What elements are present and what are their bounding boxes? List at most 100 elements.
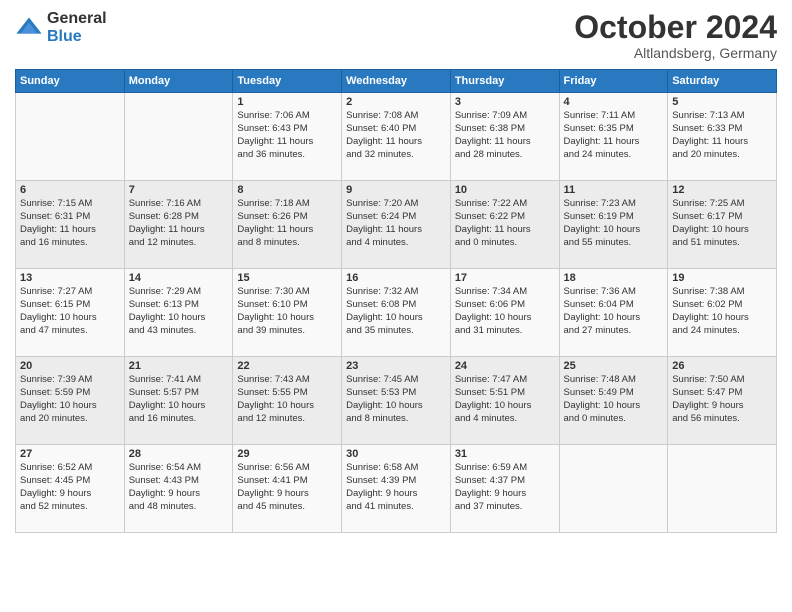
day-number: 5 bbox=[672, 96, 772, 108]
day-number: 8 bbox=[237, 184, 337, 196]
day-number: 31 bbox=[455, 448, 555, 460]
calendar: SundayMondayTuesdayWednesdayThursdayFrid… bbox=[15, 69, 777, 533]
header-friday: Friday bbox=[559, 70, 668, 93]
day-cell: 22 Sunrise: 7:43 AM Sunset: 5:55 PM Dayli… bbox=[233, 357, 342, 445]
day-cell bbox=[124, 93, 233, 181]
day-info: Sunrise: 6:52 AM Sunset: 4:45 PM Dayligh… bbox=[20, 462, 120, 513]
day-number: 18 bbox=[564, 272, 664, 284]
day-number: 1 bbox=[237, 96, 337, 108]
day-cell: 29 Sunrise: 6:56 AM Sunset: 4:41 PM Dayli… bbox=[233, 445, 342, 533]
day-cell: 19Sunrise: 7:38 AM Sunset: 6:02 PM Dayli… bbox=[668, 269, 777, 357]
day-cell: 28Sunrise: 6:54 AM Sunset: 4:43 PM Dayli… bbox=[124, 445, 233, 533]
day-number: 16 bbox=[346, 272, 446, 284]
day-number: 29 bbox=[237, 448, 337, 460]
day-cell: 30Sunrise: 6:58 AM Sunset: 4:39 PM Dayli… bbox=[342, 445, 451, 533]
day-cell: 16 Sunrise: 7:32 AM Sunset: 6:08 PM Dayli… bbox=[342, 269, 451, 357]
day-info: Sunrise: 7:15 AM Sunset: 6:31 PM Dayligh… bbox=[20, 198, 120, 249]
day-info: Sunrise: 7:43 AM Sunset: 5:55 PM Dayligh… bbox=[237, 374, 337, 425]
day-info: Sunrise: 7:13 AM Sunset: 6:33 PM Dayligh… bbox=[672, 110, 772, 161]
logo-text: General Blue bbox=[47, 10, 107, 46]
day-info: Sunrise: 6:54 AM Sunset: 4:43 PM Dayligh… bbox=[129, 462, 229, 513]
day-number: 9 bbox=[346, 184, 446, 196]
day-cell: 9 Sunrise: 7:20 AM Sunset: 6:24 PM Daylig… bbox=[342, 181, 451, 269]
day-number: 15 bbox=[237, 272, 337, 284]
week-row-5: 27 Sunrise: 6:52 AM Sunset: 4:45 PM Dayli… bbox=[16, 445, 777, 533]
day-info: Sunrise: 7:09 AM Sunset: 6:38 PM Dayligh… bbox=[455, 110, 555, 161]
month-title: October 2024 bbox=[574, 10, 777, 45]
day-cell: 8 Sunrise: 7:18 AM Sunset: 6:26 PM Daylig… bbox=[233, 181, 342, 269]
day-number: 27 bbox=[20, 448, 120, 460]
day-info: Sunrise: 7:39 AM Sunset: 5:59 PM Dayligh… bbox=[20, 374, 120, 425]
day-info: Sunrise: 7:47 AM Sunset: 5:51 PM Dayligh… bbox=[455, 374, 555, 425]
week-row-1: 1Sunrise: 7:06 AM Sunset: 6:43 PM Daylig… bbox=[16, 93, 777, 181]
day-cell: 25Sunrise: 7:48 AM Sunset: 5:49 PM Dayli… bbox=[559, 357, 668, 445]
header-tuesday: Tuesday bbox=[233, 70, 342, 93]
day-cell: 27 Sunrise: 6:52 AM Sunset: 4:45 PM Dayli… bbox=[16, 445, 125, 533]
day-cell: 31 Sunrise: 6:59 AM Sunset: 4:37 PM Dayli… bbox=[450, 445, 559, 533]
day-cell: 14 Sunrise: 7:29 AM Sunset: 6:13 PM Dayli… bbox=[124, 269, 233, 357]
day-info: Sunrise: 7:08 AM Sunset: 6:40 PM Dayligh… bbox=[346, 110, 446, 161]
day-cell: 2 Sunrise: 7:08 AM Sunset: 6:40 PM Daylig… bbox=[342, 93, 451, 181]
day-number: 22 bbox=[237, 360, 337, 372]
day-info: Sunrise: 7:20 AM Sunset: 6:24 PM Dayligh… bbox=[346, 198, 446, 249]
day-info: Sunrise: 7:30 AM Sunset: 6:10 PM Dayligh… bbox=[237, 286, 337, 337]
day-number: 26 bbox=[672, 360, 772, 372]
day-info: Sunrise: 7:32 AM Sunset: 6:08 PM Dayligh… bbox=[346, 286, 446, 337]
day-info: Sunrise: 7:18 AM Sunset: 6:26 PM Dayligh… bbox=[237, 198, 337, 249]
day-cell: 4Sunrise: 7:11 AM Sunset: 6:35 PM Daylig… bbox=[559, 93, 668, 181]
day-number: 11 bbox=[564, 184, 664, 196]
day-number: 30 bbox=[346, 448, 446, 460]
day-info: Sunrise: 7:23 AM Sunset: 6:19 PM Dayligh… bbox=[564, 198, 664, 249]
day-info: Sunrise: 7:41 AM Sunset: 5:57 PM Dayligh… bbox=[129, 374, 229, 425]
day-info: Sunrise: 7:45 AM Sunset: 5:53 PM Dayligh… bbox=[346, 374, 446, 425]
day-cell: 26 Sunrise: 7:50 AM Sunset: 5:47 PM Dayli… bbox=[668, 357, 777, 445]
header-wednesday: Wednesday bbox=[342, 70, 451, 93]
day-number: 2 bbox=[346, 96, 446, 108]
day-cell: 23 Sunrise: 7:45 AM Sunset: 5:53 PM Dayli… bbox=[342, 357, 451, 445]
day-number: 24 bbox=[455, 360, 555, 372]
day-number: 17 bbox=[455, 272, 555, 284]
title-block: October 2024 Altlandsberg, Germany bbox=[574, 10, 777, 61]
day-info: Sunrise: 7:27 AM Sunset: 6:15 PM Dayligh… bbox=[20, 286, 120, 337]
day-number: 6 bbox=[20, 184, 120, 196]
day-cell: 11 Sunrise: 7:23 AM Sunset: 6:19 PM Dayli… bbox=[559, 181, 668, 269]
day-cell: 3 Sunrise: 7:09 AM Sunset: 6:38 PM Daylig… bbox=[450, 93, 559, 181]
day-info: Sunrise: 6:56 AM Sunset: 4:41 PM Dayligh… bbox=[237, 462, 337, 513]
header-monday: Monday bbox=[124, 70, 233, 93]
week-row-3: 13 Sunrise: 7:27 AM Sunset: 6:15 PM Dayli… bbox=[16, 269, 777, 357]
day-info: Sunrise: 6:59 AM Sunset: 4:37 PM Dayligh… bbox=[455, 462, 555, 513]
day-number: 10 bbox=[455, 184, 555, 196]
day-number: 14 bbox=[129, 272, 229, 284]
header-thursday: Thursday bbox=[450, 70, 559, 93]
day-cell: 7 Sunrise: 7:16 AM Sunset: 6:28 PM Daylig… bbox=[124, 181, 233, 269]
day-info: Sunrise: 7:50 AM Sunset: 5:47 PM Dayligh… bbox=[672, 374, 772, 425]
day-info: Sunrise: 7:25 AM Sunset: 6:17 PM Dayligh… bbox=[672, 198, 772, 249]
day-number: 20 bbox=[20, 360, 120, 372]
day-number: 12 bbox=[672, 184, 772, 196]
day-cell bbox=[559, 445, 668, 533]
day-number: 21 bbox=[129, 360, 229, 372]
day-cell: 24 Sunrise: 7:47 AM Sunset: 5:51 PM Dayli… bbox=[450, 357, 559, 445]
day-number: 7 bbox=[129, 184, 229, 196]
day-cell: 12 Sunrise: 7:25 AM Sunset: 6:17 PM Dayli… bbox=[668, 181, 777, 269]
day-number: 3 bbox=[455, 96, 555, 108]
day-info: Sunrise: 7:36 AM Sunset: 6:04 PM Dayligh… bbox=[564, 286, 664, 337]
day-info: Sunrise: 7:22 AM Sunset: 6:22 PM Dayligh… bbox=[455, 198, 555, 249]
day-cell: 18 Sunrise: 7:36 AM Sunset: 6:04 PM Dayli… bbox=[559, 269, 668, 357]
logo: General Blue bbox=[15, 10, 107, 46]
week-row-4: 20 Sunrise: 7:39 AM Sunset: 5:59 PM Dayli… bbox=[16, 357, 777, 445]
day-info: Sunrise: 7:16 AM Sunset: 6:28 PM Dayligh… bbox=[129, 198, 229, 249]
day-info: Sunrise: 7:29 AM Sunset: 6:13 PM Dayligh… bbox=[129, 286, 229, 337]
day-cell: 21 Sunrise: 7:41 AM Sunset: 5:57 PM Dayli… bbox=[124, 357, 233, 445]
day-info: Sunrise: 7:11 AM Sunset: 6:35 PM Dayligh… bbox=[564, 110, 664, 161]
header: General Blue October 2024 Altlandsberg, … bbox=[15, 10, 777, 61]
day-cell: 5 Sunrise: 7:13 AM Sunset: 6:33 PM Daylig… bbox=[668, 93, 777, 181]
day-cell bbox=[668, 445, 777, 533]
day-number: 23 bbox=[346, 360, 446, 372]
day-number: 13 bbox=[20, 272, 120, 284]
day-info: Sunrise: 7:38 AM Sunset: 6:02 PM Dayligh… bbox=[672, 286, 772, 337]
day-info: Sunrise: 7:48 AM Sunset: 5:49 PM Dayligh… bbox=[564, 374, 664, 425]
calendar-header-row: SundayMondayTuesdayWednesdayThursdayFrid… bbox=[16, 70, 777, 93]
day-cell: 15 Sunrise: 7:30 AM Sunset: 6:10 PM Dayli… bbox=[233, 269, 342, 357]
day-cell: 1Sunrise: 7:06 AM Sunset: 6:43 PM Daylig… bbox=[233, 93, 342, 181]
